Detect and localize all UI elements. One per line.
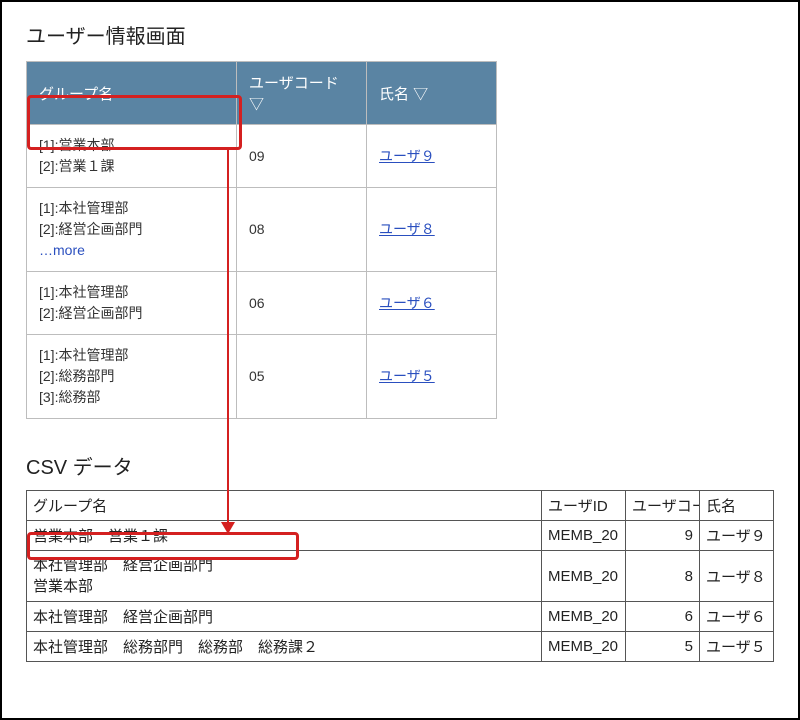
cell-code: 06	[237, 272, 367, 335]
csv-cell-uname: ユーザ８	[700, 551, 774, 602]
csv-cell-uname: ユーザ９	[700, 521, 774, 551]
section-title-user-info: ユーザー情報画面	[26, 20, 774, 49]
group-line: [1]:本社管理部	[39, 284, 128, 300]
csv-cell-uid: MEMB_20	[542, 602, 626, 632]
csv-cell-group: 本社管理部 総務部門 総務部 総務課２	[27, 632, 542, 662]
csv-table: グループ名 ユーザID ユーザコー 氏名 営業本部 営業１課 MEMB_20 9…	[26, 490, 774, 662]
table-row: [1]:営業本部 [2]:営業１課 09 ユーザ９	[27, 125, 497, 188]
table-row: 本社管理部 総務部門 総務部 総務課２ MEMB_20 5 ユーザ５	[27, 632, 774, 662]
csv-cell-ucode: 5	[626, 632, 700, 662]
group-line: [2]:経営企画部門	[39, 221, 142, 237]
csv-header-name: 氏名	[700, 491, 774, 521]
csv-cell-uname: ユーザ５	[700, 632, 774, 662]
table-row: [1]:本社管理部 [2]:経営企画部門 06 ユーザ６	[27, 272, 497, 335]
more-link[interactable]: …more	[39, 242, 85, 258]
csv-header-user-code: ユーザコー	[626, 491, 700, 521]
cell-code: 05	[237, 335, 367, 419]
user-link[interactable]: ユーザ６	[379, 295, 435, 311]
cell-code: 08	[237, 188, 367, 272]
csv-header-group: グループ名	[27, 491, 542, 521]
cell-group: [1]:営業本部 [2]:営業１課	[27, 125, 237, 188]
csv-cell-uid: MEMB_20	[542, 521, 626, 551]
group-line: [2]:経営企画部門	[39, 305, 142, 321]
section-title-csv: CSV データ	[26, 451, 774, 480]
cell-code: 09	[237, 125, 367, 188]
cell-name: ユーザ８	[367, 188, 497, 272]
cell-name: ユーザ９	[367, 125, 497, 188]
table-row: 本社管理部 経営企画部門 MEMB_20 6 ユーザ６	[27, 602, 774, 632]
user-link[interactable]: ユーザ５	[379, 368, 435, 384]
csv-cell-uname: ユーザ６	[700, 602, 774, 632]
csv-cell-uid: MEMB_20	[542, 551, 626, 602]
cell-group: [1]:本社管理部 [2]:総務部門 [3]:総務部	[27, 335, 237, 419]
table-row: 本社管理部 経営企画部門営業本部 MEMB_20 8 ユーザ８	[27, 551, 774, 602]
cell-group: [1]:本社管理部 [2]:経営企画部門	[27, 272, 237, 335]
csv-cell-group: 本社管理部 経営企画部門	[27, 602, 542, 632]
col-header-name[interactable]: 氏名 ▽	[367, 62, 497, 125]
user-info-table: グループ名 ユーザコード ▽ 氏名 ▽ [1]:営業本部 [2]:営業１課 09…	[26, 61, 497, 419]
group-line: [3]:総務部	[39, 389, 100, 405]
user-link[interactable]: ユーザ８	[379, 221, 435, 237]
csv-cell-group: 本社管理部 経営企画部門営業本部	[27, 551, 542, 602]
group-line: [1]:営業本部	[39, 137, 114, 153]
cell-name: ユーザ５	[367, 335, 497, 419]
table-row: [1]:本社管理部 [2]:経営企画部門 …more 08 ユーザ８	[27, 188, 497, 272]
group-line: [2]:営業１課	[39, 158, 114, 174]
group-line: [1]:本社管理部	[39, 200, 128, 216]
csv-cell-ucode: 8	[626, 551, 700, 602]
csv-cell-ucode: 6	[626, 602, 700, 632]
table-row: [1]:本社管理部 [2]:総務部門 [3]:総務部 05 ユーザ５	[27, 335, 497, 419]
csv-cell-uid: MEMB_20	[542, 632, 626, 662]
cell-group: [1]:本社管理部 [2]:経営企画部門 …more	[27, 188, 237, 272]
csv-cell-ucode: 9	[626, 521, 700, 551]
user-link[interactable]: ユーザ９	[379, 148, 435, 164]
group-line: [2]:総務部門	[39, 368, 114, 384]
csv-cell-group: 営業本部 営業１課	[27, 521, 542, 551]
csv-header-user-id: ユーザID	[542, 491, 626, 521]
table-row: 営業本部 営業１課 MEMB_20 9 ユーザ９	[27, 521, 774, 551]
group-line: [1]:本社管理部	[39, 347, 128, 363]
col-header-group[interactable]: グループ名	[27, 62, 237, 125]
col-header-user-code[interactable]: ユーザコード ▽	[237, 62, 367, 125]
cell-name: ユーザ６	[367, 272, 497, 335]
